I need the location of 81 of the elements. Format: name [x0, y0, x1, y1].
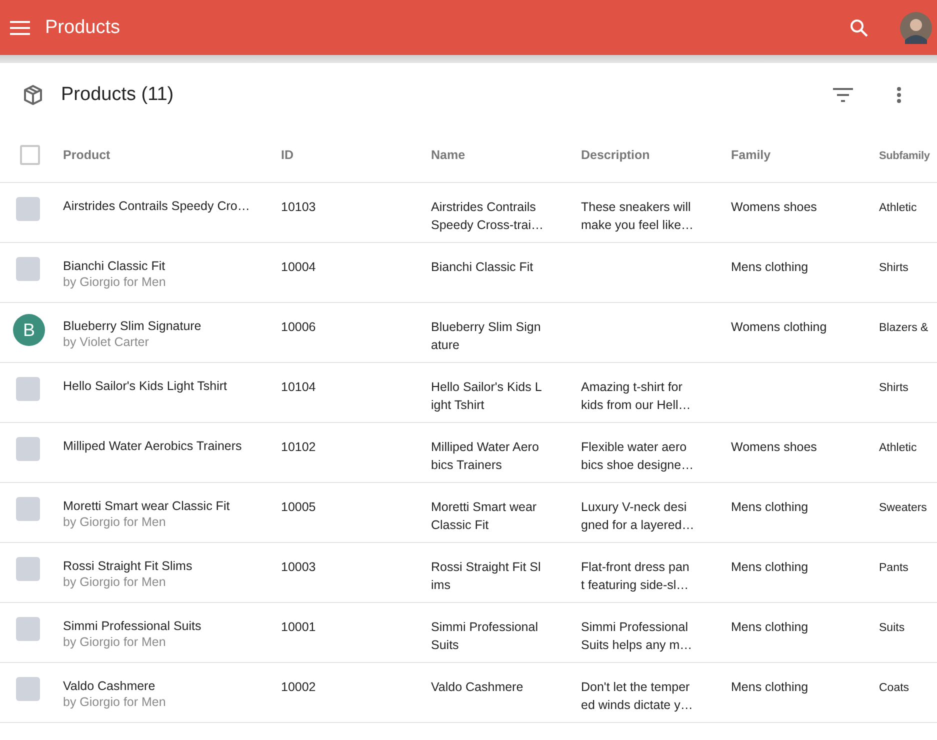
column-header[interactable]: Product [63, 148, 110, 162]
column-header[interactable]: Description [581, 148, 650, 162]
table-cell: Mens clothing [731, 620, 808, 634]
product-name: Simmi Professional Suits [63, 618, 202, 634]
table-cell: Moretti Smart wear Classic Fit [431, 500, 537, 532]
letter-avatar: B [13, 314, 45, 346]
photo-placeholder [16, 197, 40, 221]
product-name: Milliped Water Aerobics Trainers [63, 438, 242, 454]
table-cell: 10102 [281, 440, 316, 454]
column-header[interactable]: Name [431, 148, 466, 162]
table-cell: Athletic [879, 202, 917, 214]
table-cell: Mens clothing [731, 500, 808, 514]
search-icon[interactable] [850, 18, 868, 36]
table-cell: Suits [879, 622, 905, 634]
table-cell: Shirts [879, 382, 908, 394]
product-maker: by Giorgio for Men [63, 514, 166, 530]
photo-placeholder [16, 377, 40, 401]
table-cell: Mens clothing [731, 260, 808, 274]
table-cell: Amazing t-shirt for kids from our Hell… [581, 380, 691, 412]
table-cell: Sweaters [879, 502, 927, 514]
table-cell: 10004 [281, 260, 316, 274]
filter-icon[interactable] [833, 88, 853, 102]
product-name: Bianchi Classic Fit [63, 258, 166, 274]
product-name: Rossi Straight Fit Slims [63, 558, 192, 574]
table-cell: 10006 [281, 320, 316, 334]
table-cell: Airstrides Contrails Speedy Cross-trai… [431, 200, 544, 232]
avatar-icon[interactable] [900, 12, 932, 44]
box-icon [22, 84, 44, 106]
photo-placeholder [16, 677, 40, 701]
table-cell: Simmi Professional Suits helps any m… [581, 620, 692, 652]
table-cell: Womens clothing [731, 320, 827, 334]
app-title: Products [45, 16, 120, 38]
table-cell: 10104 [281, 380, 316, 394]
table-cell: These sneakers will make you feel like… [581, 200, 694, 232]
table-cell: Rossi Straight Fit Sl ims [431, 560, 541, 592]
table-cell: Hello Sailor's Kids L ight Tshirt [431, 380, 542, 412]
photo-placeholder [16, 497, 40, 521]
table-cell: Coats [879, 682, 910, 694]
product-maker: by Giorgio for Men [63, 694, 166, 710]
product-maker: by Violet Carter [63, 334, 149, 350]
table-cell: Blazers & [879, 322, 928, 334]
column-header[interactable]: Subfamily [879, 150, 930, 162]
photo-placeholder [16, 437, 40, 461]
table-cell: Bianchi Classic Fit [431, 260, 534, 274]
product-name: Hello Sailor's Kids Light Tshirt [63, 378, 228, 394]
table-cell: 10002 [281, 680, 316, 694]
table-cell: Shirts [879, 262, 908, 274]
table-cell: Flexible water aero bics shoe designe… [581, 440, 694, 472]
table-cell: Mens clothing [731, 680, 808, 694]
product-name: Valdo Cashmere [63, 678, 156, 694]
product-maker: by Giorgio for Men [63, 274, 166, 290]
table-cell: Mens clothing [731, 560, 808, 574]
product-maker: by Giorgio for Men [63, 634, 166, 650]
product-name: Moretti Smart wear Classic Fit [63, 498, 230, 514]
table-cell: Womens shoes [731, 200, 817, 214]
table-cell: Blueberry Slim Sign ature [431, 320, 541, 352]
table-cell: 10003 [281, 560, 316, 574]
table-cell: Don't let the temper ed winds dictate y… [581, 680, 693, 712]
table-cell: 10001 [281, 620, 316, 634]
table-cell: 10103 [281, 200, 316, 214]
table-cell: Womens shoes [731, 440, 817, 454]
table-cell: Valdo Cashmere [431, 680, 524, 694]
table-cell: 10005 [281, 500, 316, 514]
photo-placeholder [16, 617, 40, 641]
product-name: Blueberry Slim Signature [63, 318, 202, 334]
table-cell: Athletic [879, 442, 917, 454]
table-cell: Pants [879, 562, 908, 574]
panel-title: Products (11) [61, 84, 174, 106]
product-maker: by Giorgio for Men [63, 574, 166, 590]
select-all-checkbox[interactable] [20, 144, 40, 164]
table-cell: Luxury V-neck desi gned for a layered… [581, 500, 694, 532]
column-header[interactable]: ID [281, 148, 294, 162]
photo-placeholder [16, 557, 40, 581]
product-name: Airstrides Contrails Speedy Cro… [63, 198, 250, 214]
table-cell: Flat-front dress pan t featuring side-sl… [581, 560, 690, 592]
table-cell: Milliped Water Aero bics Trainers [431, 440, 539, 472]
menu-icon[interactable] [10, 20, 30, 34]
column-header[interactable]: Family [731, 148, 771, 162]
table-cell: Simmi Professional Suits [431, 620, 538, 652]
photo-placeholder [16, 257, 40, 281]
more-icon[interactable] [897, 87, 901, 103]
